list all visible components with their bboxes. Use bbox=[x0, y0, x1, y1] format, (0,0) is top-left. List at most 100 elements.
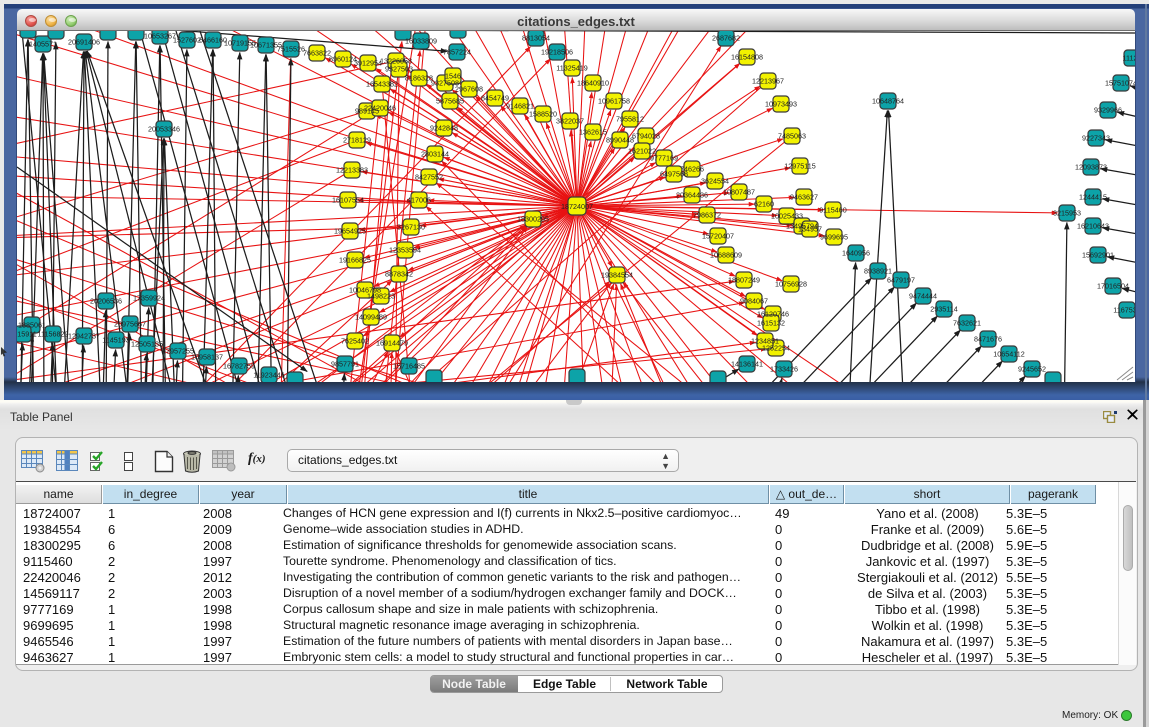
svg-text:16107554: 16107554 bbox=[332, 196, 364, 205]
svg-text:17359924: 17359924 bbox=[133, 294, 165, 303]
svg-text:3912954: 3912954 bbox=[354, 59, 382, 68]
svg-text:1244415: 1244415 bbox=[1079, 193, 1107, 202]
svg-text:17957255: 17957255 bbox=[162, 347, 194, 356]
svg-text:12093873: 12093873 bbox=[1075, 163, 1107, 172]
svg-text:15720407: 15720407 bbox=[702, 232, 734, 241]
svg-text:12942737: 12942737 bbox=[68, 332, 100, 341]
svg-text:20364436: 20364436 bbox=[676, 191, 708, 200]
svg-text:8454749: 8454749 bbox=[481, 94, 509, 103]
svg-text:10025433: 10025433 bbox=[771, 212, 803, 221]
svg-text:3822037: 3822037 bbox=[556, 117, 584, 126]
svg-text:9474444: 9474444 bbox=[909, 292, 937, 301]
svg-text:9227343: 9227343 bbox=[1082, 134, 1110, 143]
svg-text:1615132: 1615132 bbox=[757, 319, 785, 328]
svg-text:1527602: 1527602 bbox=[173, 36, 201, 45]
svg-text:8186328: 8186328 bbox=[405, 74, 433, 83]
svg-text:18807249: 18807249 bbox=[728, 276, 760, 285]
svg-text:9242848: 9242848 bbox=[430, 124, 458, 133]
svg-text:3915911: 3915911 bbox=[17, 330, 37, 339]
svg-text:20975667: 20975667 bbox=[114, 320, 146, 329]
svg-text:9245652: 9245652 bbox=[1018, 365, 1046, 374]
svg-text:16120746: 16120746 bbox=[757, 310, 789, 319]
svg-text:20206536: 20206536 bbox=[90, 297, 122, 306]
svg-text:12213967: 12213967 bbox=[752, 77, 784, 86]
svg-text:8960124: 8960124 bbox=[329, 55, 357, 64]
svg-text:6466160: 6466160 bbox=[199, 36, 227, 45]
svg-text:14099489: 14099489 bbox=[355, 313, 387, 322]
svg-text:2803144: 2803144 bbox=[421, 150, 449, 159]
svg-text:12213383: 12213383 bbox=[336, 166, 368, 175]
svg-text:1167531: 1167531 bbox=[1113, 306, 1135, 315]
svg-text:9329966: 9329966 bbox=[1094, 106, 1122, 115]
svg-text:2935114: 2935114 bbox=[930, 305, 957, 314]
svg-text:2967608: 2967608 bbox=[455, 85, 483, 94]
svg-text:19166825: 19166825 bbox=[339, 256, 371, 265]
svg-text:1362615: 1362615 bbox=[579, 128, 607, 137]
svg-text:20691406: 20691406 bbox=[68, 38, 100, 47]
svg-text:10654112: 10654112 bbox=[993, 350, 1024, 359]
svg-text:11156829: 11156829 bbox=[38, 330, 69, 339]
svg-text:10756928: 10756928 bbox=[775, 280, 807, 289]
svg-text:7625402: 7625402 bbox=[341, 337, 369, 346]
svg-text:5875685: 5875685 bbox=[436, 97, 464, 106]
svg-text:11325419: 11325419 bbox=[556, 64, 587, 73]
svg-text:16782759: 16782759 bbox=[223, 362, 255, 371]
svg-text:7485063: 7485063 bbox=[778, 132, 806, 141]
svg-text:7955812: 7955812 bbox=[616, 115, 644, 124]
svg-text:1405571: 1405571 bbox=[29, 40, 57, 49]
svg-text:9777169: 9777169 bbox=[650, 154, 678, 163]
svg-text:16914479: 16914479 bbox=[376, 339, 408, 348]
svg-text:18640910: 18640910 bbox=[577, 79, 609, 88]
svg-text:15716485: 15716485 bbox=[393, 362, 425, 371]
svg-text:10688609: 10688609 bbox=[710, 251, 742, 260]
svg-text:10961758: 10961758 bbox=[598, 97, 630, 106]
svg-text:8813054: 8813054 bbox=[522, 34, 550, 43]
svg-text:9084067: 9084067 bbox=[740, 297, 768, 306]
svg-text:12353594: 12353594 bbox=[389, 246, 421, 255]
svg-text:7632621: 7632621 bbox=[953, 319, 981, 328]
svg-text:9857791: 9857791 bbox=[331, 360, 359, 369]
svg-text:10973493: 10973493 bbox=[765, 100, 797, 109]
svg-text:11123: 11123 bbox=[1123, 54, 1135, 63]
svg-text:8990448: 8990448 bbox=[606, 136, 634, 145]
svg-text:1640956: 1640956 bbox=[842, 249, 870, 258]
svg-text:8427552: 8427552 bbox=[415, 173, 443, 182]
svg-text:10653267: 10653267 bbox=[144, 32, 176, 41]
svg-text:20053346: 20053346 bbox=[148, 125, 180, 134]
svg-text:2687682: 2687682 bbox=[712, 34, 740, 43]
svg-text:10648764: 10648764 bbox=[872, 97, 904, 106]
svg-text:1588520: 1588520 bbox=[529, 110, 557, 119]
svg-text:18300295: 18300295 bbox=[517, 215, 549, 224]
svg-text:1885061: 1885061 bbox=[18, 321, 46, 330]
svg-text:19384554: 19384554 bbox=[601, 271, 633, 280]
svg-text:17016504: 17016504 bbox=[1097, 282, 1129, 291]
svg-text:7986372: 7986372 bbox=[693, 211, 721, 220]
svg-text:9115460: 9115460 bbox=[819, 206, 846, 215]
svg-text:7857224: 7857224 bbox=[443, 48, 471, 57]
svg-text:19654925: 19654925 bbox=[334, 227, 366, 236]
svg-text:3267130: 3267130 bbox=[397, 223, 425, 232]
svg-text:2718129: 2718129 bbox=[343, 136, 371, 145]
svg-text:16033809: 16033809 bbox=[405, 37, 437, 46]
svg-text:3215953: 3215953 bbox=[1053, 209, 1081, 218]
svg-text:10958137: 10958137 bbox=[191, 353, 223, 362]
svg-text:6794028: 6794028 bbox=[632, 132, 660, 141]
svg-text:16210643: 16210643 bbox=[1077, 222, 1109, 231]
svg-text:19218506: 19218506 bbox=[541, 48, 573, 57]
svg-text:18724007: 18724007 bbox=[561, 202, 593, 211]
svg-text:134957: 134957 bbox=[798, 225, 822, 234]
svg-text:6479197: 6479197 bbox=[887, 276, 915, 285]
svg-text:15692901: 15692901 bbox=[1082, 251, 1114, 260]
svg-text:8878342: 8878342 bbox=[385, 270, 413, 279]
svg-text:417006: 417006 bbox=[407, 196, 431, 205]
svg-text:6497568: 6497568 bbox=[660, 170, 688, 179]
svg-text:1546: 1546 bbox=[445, 72, 461, 81]
svg-text:8938921: 8938921 bbox=[864, 267, 892, 276]
svg-text:15751074: 15751074 bbox=[1105, 79, 1135, 88]
svg-text:11923446: 11923446 bbox=[253, 371, 284, 380]
svg-text:62160: 62160 bbox=[754, 200, 774, 209]
svg-text:16543382: 16543382 bbox=[366, 80, 398, 89]
svg-text:16154808: 16154808 bbox=[731, 53, 763, 62]
svg-text:1234851: 1234851 bbox=[751, 337, 779, 346]
svg-text:7663822: 7663822 bbox=[303, 49, 331, 58]
